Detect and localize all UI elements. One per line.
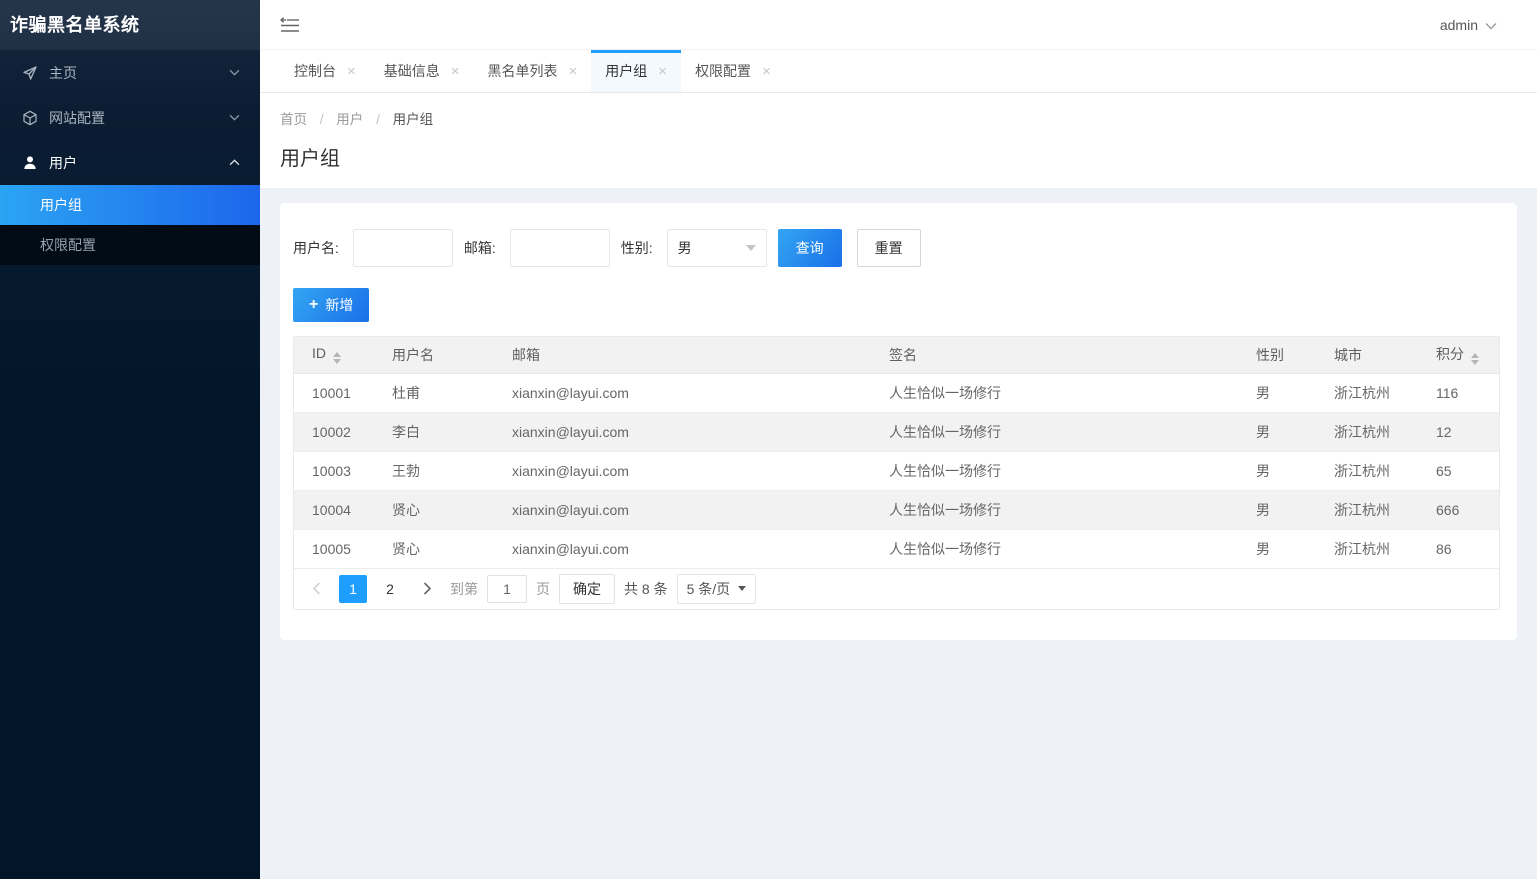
username-label: 用户名:	[293, 240, 339, 256]
sidebar-item-home[interactable]: 主页	[0, 50, 260, 95]
email-label: 邮箱:	[463, 240, 496, 256]
user-icon	[22, 155, 38, 171]
sidebar-submenu: 用户组 权限配置	[0, 185, 260, 265]
table-row: 10003 王勃 xianxin@layui.com 人生恰似一场修行男浙江杭州 65	[294, 451, 1499, 491]
total-count: 共 8 条	[624, 580, 668, 597]
email-input[interactable]	[509, 229, 610, 267]
app-title: 诈骗黑名单系统	[0, 0, 260, 50]
table-row: 10001 杜甫 xianxin@layui.com 人生恰似一场修行男浙江杭州 116	[294, 373, 1499, 413]
breadcrumb-user[interactable]: 用户	[336, 112, 363, 127]
reset-button[interactable]: 重置	[856, 229, 921, 267]
query-button[interactable]: 查询	[777, 229, 842, 267]
per-page-value: 5 条/页	[686, 580, 731, 597]
tab-blacklist[interactable]: 黑名单列表 ×	[474, 50, 592, 92]
search-form: 用户名: 邮箱: 性别: 男 查询 重置	[293, 229, 1500, 267]
top-bar: admin	[260, 0, 1537, 50]
confirm-button[interactable]: 确定	[559, 573, 615, 604]
add-button[interactable]: + 新增	[293, 288, 370, 322]
content-area: 用户名: 邮箱: 性别: 男 查询 重置 + 新增 ID 用户名 邮箱 签名 性…	[260, 188, 1537, 879]
column-header-email: 邮箱	[494, 337, 871, 374]
breadcrumb-separator: /	[319, 112, 324, 127]
page-unit-label: 页	[536, 580, 550, 597]
user-table: ID 用户名 邮箱 签名 性别 城市 积分 10001 杜甫 xianxin@l…	[293, 336, 1500, 610]
per-page-select[interactable]: 5 条/页	[676, 573, 757, 604]
tab-bar: 控制台 × 基础信息 × 黑名单列表 × 用户组 × 权限配置 ×	[260, 50, 1537, 93]
sidebar-item-user[interactable]: 用户	[0, 140, 260, 185]
collapse-sidebar-icon[interactable]	[280, 16, 300, 33]
sidebar: 诈骗黑名单系统 主页 网站配置 用户 用户组 权限配置	[0, 0, 260, 879]
close-icon[interactable]: ×	[347, 64, 356, 79]
gender-label: 性别:	[620, 240, 653, 256]
plus-icon: +	[309, 296, 319, 313]
tab-permission-config[interactable]: 权限配置 ×	[681, 50, 785, 92]
close-icon[interactable]: ×	[658, 64, 667, 79]
table-row: 10002 李白 xianxin@layui.com 人生恰似一场修行男浙江杭州 12	[294, 412, 1499, 452]
column-header-signature: 签名	[871, 337, 1238, 374]
sidebar-item-site-config[interactable]: 网站配置	[0, 95, 260, 140]
column-header-city: 城市	[1316, 337, 1418, 374]
goto-label: 到第	[450, 580, 478, 597]
table-row: 10005 贤心 xianxin@layui.com 人生恰似一场修行男浙江杭州 86	[294, 529, 1499, 569]
dropdown-arrow-icon	[738, 586, 747, 591]
breadcrumb-separator: /	[376, 112, 380, 127]
page-title: 用户组	[280, 148, 340, 170]
gender-selected-value: 男	[677, 240, 692, 256]
close-icon[interactable]: ×	[451, 64, 460, 79]
username-input[interactable]	[352, 229, 453, 267]
close-icon[interactable]: ×	[762, 64, 771, 79]
user-name: admin	[1439, 16, 1478, 33]
gender-select[interactable]: 男	[666, 229, 767, 267]
table-header-row: ID 用户名 邮箱 签名 性别 城市 积分	[294, 337, 1499, 374]
column-header-gender: 性别	[1238, 337, 1316, 374]
tab-user-group[interactable]: 用户组 ×	[591, 50, 682, 92]
chevron-down-icon	[229, 69, 240, 76]
close-icon[interactable]: ×	[569, 64, 578, 79]
goto-page-input[interactable]	[487, 574, 527, 603]
main-area: admin 控制台 × 基础信息 × 黑名单列表 × 用户组 × 权限配置 × …	[260, 0, 1537, 879]
table-row: 10004 贤心 xianxin@layui.com 人生恰似一场修行男浙江杭州 666	[294, 490, 1499, 530]
column-header-id[interactable]: ID	[294, 337, 374, 374]
column-header-score[interactable]: 积分	[1418, 337, 1499, 374]
breadcrumb: 首页 / 用户 / 用户组	[280, 108, 1517, 128]
user-menu[interactable]: admin	[1440, 17, 1497, 33]
column-header-username: 用户名	[374, 337, 494, 374]
user-group-card: 用户名: 邮箱: 性别: 男 查询 重置 + 新增 ID 用户名 邮箱 签名 性…	[280, 203, 1517, 640]
pagination: 1 2 到第 页 确定 共 8 条 5 条/页	[294, 569, 1499, 609]
tab-console[interactable]: 控制台 ×	[280, 50, 370, 92]
paper-plane-icon	[22, 65, 38, 81]
chevron-down-icon	[1485, 22, 1497, 29]
next-page-button[interactable]	[413, 575, 441, 603]
dropdown-arrow-icon	[745, 245, 756, 251]
breadcrumb-current: 用户组	[392, 112, 434, 127]
sidebar-subitem-permission-config[interactable]: 权限配置	[0, 225, 260, 265]
prev-page-button[interactable]	[302, 575, 330, 603]
sort-icon[interactable]	[333, 352, 341, 365]
cube-icon	[22, 110, 38, 126]
page-header: 首页 / 用户 / 用户组 用户组	[260, 93, 1537, 188]
chevron-down-icon	[229, 114, 240, 121]
sort-icon[interactable]	[1471, 353, 1479, 366]
tab-basic-info[interactable]: 基础信息 ×	[370, 50, 474, 92]
page-1-button[interactable]: 1	[339, 574, 367, 603]
breadcrumb-home[interactable]: 首页	[280, 112, 307, 127]
sidebar-nav: 主页 网站配置 用户 用户组 权限配置	[0, 50, 260, 265]
sidebar-subitem-user-group[interactable]: 用户组	[0, 185, 260, 225]
page-2-button[interactable]: 2	[376, 575, 404, 603]
chevron-up-icon	[229, 159, 240, 166]
